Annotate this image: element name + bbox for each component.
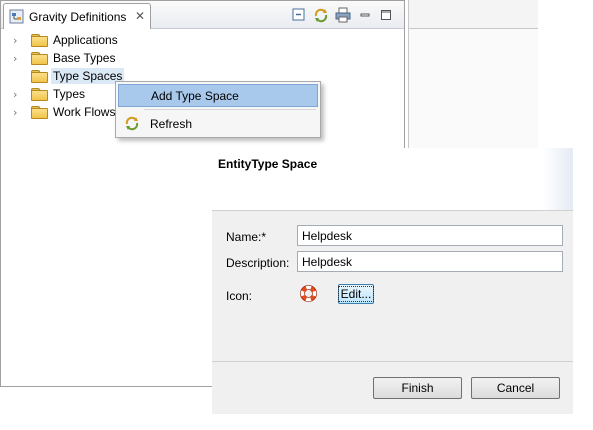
minimize-icon[interactable] — [356, 6, 374, 24]
tree-item-type-spaces[interactable]: Type Spaces — [13, 67, 125, 85]
view-header: Gravity Definitions ✕ — [1, 1, 404, 29]
chevron-right-icon[interactable]: › — [13, 52, 25, 65]
menu-item-label: Refresh — [150, 116, 193, 131]
dialog-title: EntityType Space — [218, 157, 318, 171]
print-icon[interactable] — [334, 6, 352, 24]
chevron-right-icon[interactable]: › — [13, 106, 25, 119]
dialog-banner: EntityType Space — [212, 148, 573, 210]
menu-item-label: Add Type Space — [151, 88, 239, 103]
cancel-button[interactable]: Cancel — [471, 377, 560, 399]
collapse-all-icon[interactable] — [290, 6, 308, 24]
icon-label: Icon: — [226, 289, 253, 303]
close-icon[interactable]: ✕ — [135, 9, 145, 23]
tree-item-base-types[interactable]: › Base Types — [13, 49, 117, 67]
menu-separator — [144, 109, 316, 110]
name-field[interactable] — [297, 225, 563, 246]
folder-icon — [31, 106, 48, 119]
view-tab-title: Gravity Definitions — [29, 10, 127, 24]
tree-item-label: Types — [53, 87, 86, 101]
maximize-icon[interactable] — [377, 6, 395, 24]
chevron-right-icon[interactable]: › — [13, 88, 25, 101]
edit-icon-button[interactable]: Edit... — [337, 284, 375, 304]
cancel-button-label: Cancel — [496, 381, 535, 395]
tree-item-types[interactable]: › Types — [13, 85, 87, 103]
menu-item-add-type-space[interactable]: Add Type Space — [118, 84, 318, 107]
description-label: Description: — [226, 256, 290, 270]
chevron-right-icon[interactable]: › — [13, 34, 25, 47]
tree-item-label: Base Types — [53, 51, 116, 65]
footer-divider — [212, 361, 573, 362]
view-tab-icon — [9, 9, 25, 28]
folder-icon — [31, 70, 48, 83]
tree-item-applications[interactable]: › Applications — [13, 31, 120, 49]
finish-button-label: Finish — [401, 381, 434, 395]
description-field[interactable] — [297, 251, 563, 272]
tree-item-label: Type Spaces — [51, 68, 125, 84]
lifebuoy-icon — [300, 285, 317, 305]
folder-icon — [31, 88, 48, 101]
tree-item-work-flows[interactable]: › Work Flows — [13, 103, 117, 121]
folder-icon — [31, 34, 48, 47]
menu-item-refresh[interactable]: Refresh — [118, 112, 318, 135]
refresh-icon — [124, 115, 140, 134]
banner-decoration — [543, 148, 573, 210]
view-tab[interactable]: Gravity Definitions ✕ — [3, 3, 151, 29]
tree-item-label: Applications — [53, 33, 118, 47]
folder-icon — [31, 52, 48, 65]
sync-icon[interactable] — [312, 6, 330, 24]
dialog-divider — [212, 210, 573, 211]
entitytype-space-dialog: EntityType Space Name:* Description: Ico… — [212, 148, 573, 414]
finish-button[interactable]: Finish — [373, 377, 462, 399]
name-label: Name:* — [226, 230, 267, 244]
tree-item-label: Work Flows — [53, 105, 116, 119]
context-menu: Add Type Space Refresh — [115, 81, 321, 138]
edit-button-label: Edit... — [337, 286, 375, 302]
